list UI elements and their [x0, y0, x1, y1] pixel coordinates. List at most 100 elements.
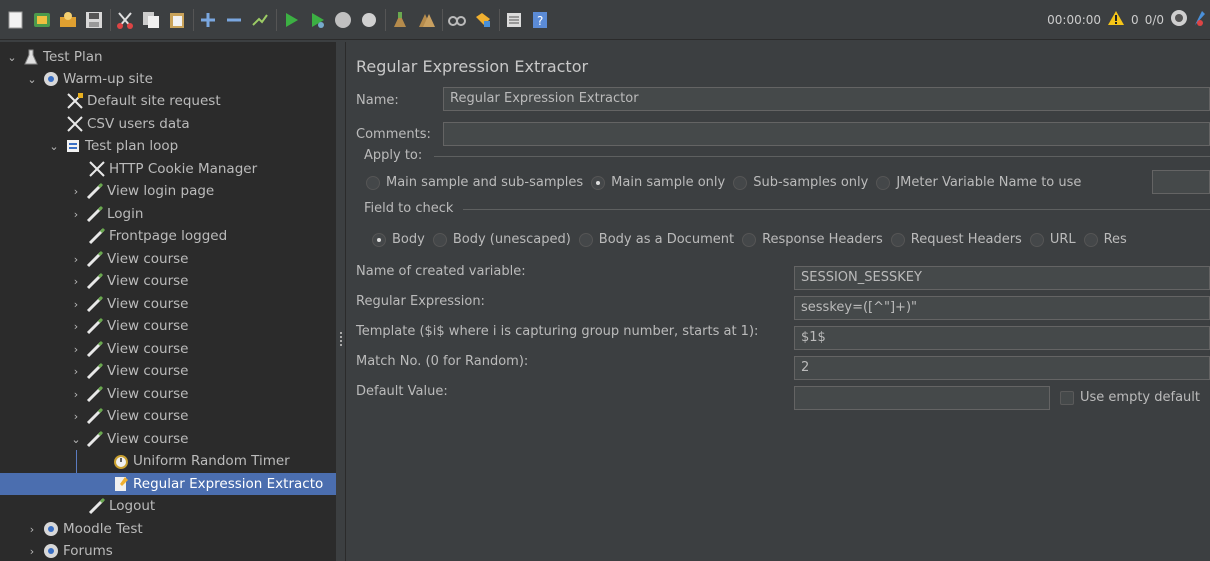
- pencil-icon: [86, 205, 104, 223]
- tree-item-regular-expression-extractor[interactable]: Regular Expression Extracto: [0, 473, 336, 495]
- tree-item-view-course[interactable]: › View course: [70, 383, 188, 405]
- regex-label: Regular Expression:: [356, 294, 485, 309]
- log-viewer-icon[interactable]: [1194, 9, 1206, 31]
- chevron-right-icon[interactable]: ›: [70, 343, 82, 356]
- apply-to-options: Main sample and sub-samples Main sample …: [366, 175, 1089, 190]
- tree-item-frontpage-logged[interactable]: Frontpage logged: [88, 225, 227, 247]
- pencil-icon: [86, 317, 104, 335]
- radio-sub-only[interactable]: Sub-samples only: [733, 175, 868, 190]
- tree-item-forums[interactable]: › Forums: [26, 540, 113, 561]
- new-icon[interactable]: [6, 10, 26, 30]
- toolbar: ? 00:00:00 0 0/0: [0, 0, 1210, 40]
- gear-icon: [42, 542, 60, 560]
- chevron-down-icon[interactable]: ⌄: [6, 51, 18, 64]
- variable-name-field[interactable]: SESSION_SESSKEY: [794, 266, 1210, 290]
- chevron-right-icon[interactable]: ›: [70, 365, 82, 378]
- help-icon[interactable]: ?: [530, 10, 550, 30]
- radio-url[interactable]: URL: [1029, 232, 1076, 247]
- chevron-down-icon[interactable]: ⌄: [48, 140, 60, 153]
- chevron-right-icon[interactable]: ›: [70, 410, 82, 423]
- chevron-right-icon[interactable]: ›: [70, 298, 82, 311]
- active-threads: 0/0: [1144, 13, 1164, 27]
- jmeter-variable-field[interactable]: [1152, 170, 1210, 194]
- radio-jmeter-variable[interactable]: JMeter Variable Name to use: [876, 175, 1081, 190]
- radio-main-only[interactable]: Main sample only: [591, 175, 725, 190]
- tree-item-view-course[interactable]: › View course: [70, 360, 188, 382]
- expand-icon[interactable]: [198, 10, 218, 30]
- tree-item-view-course[interactable]: › View course: [70, 338, 188, 360]
- field-to-check-label: Field to check: [364, 201, 454, 216]
- start-no-pause-icon[interactable]: [307, 10, 327, 30]
- chevron-right-icon[interactable]: ›: [70, 275, 82, 288]
- tree-item-warm-up-site[interactable]: ⌄ Warm-up site: [26, 68, 153, 90]
- tree-item-view-login-page[interactable]: › View login page: [70, 180, 214, 202]
- tree-item-view-course[interactable]: › View course: [70, 405, 188, 427]
- flask-icon: [22, 48, 40, 66]
- clear-all-icon[interactable]: [416, 10, 436, 30]
- chevron-down-icon[interactable]: ⌄: [70, 433, 82, 446]
- tree-item-view-course-expanded[interactable]: ⌄ View course: [70, 428, 188, 450]
- regex-field[interactable]: sesskey=([^"]+)": [794, 296, 1210, 320]
- remote-status-icon[interactable]: [1170, 9, 1188, 31]
- default-value-label: Default Value:: [356, 384, 448, 399]
- chevron-right-icon[interactable]: ›: [70, 208, 82, 221]
- radio-main-and-sub[interactable]: Main sample and sub-samples: [366, 175, 583, 190]
- template-field[interactable]: $1$: [794, 326, 1210, 350]
- name-label: Name:: [356, 93, 399, 108]
- save-icon[interactable]: [84, 10, 104, 30]
- tree-item-logout[interactable]: Logout: [88, 495, 155, 517]
- tree-item-login[interactable]: › Login: [70, 203, 143, 225]
- chevron-right-icon[interactable]: ›: [70, 388, 82, 401]
- template-label: Template ($i$ where i is capturing group…: [356, 324, 759, 339]
- collapse-icon[interactable]: [224, 10, 244, 30]
- stop-icon[interactable]: [333, 10, 353, 30]
- default-value-field[interactable]: [794, 386, 1050, 410]
- start-icon[interactable]: [281, 10, 301, 30]
- chevron-down-icon[interactable]: ⌄: [26, 73, 38, 86]
- pane-splitter[interactable]: [336, 42, 346, 561]
- chevron-right-icon[interactable]: ›: [26, 523, 38, 536]
- pencil-icon: [86, 385, 104, 403]
- paste-icon[interactable]: [167, 10, 187, 30]
- radio-response-code[interactable]: Res: [1083, 232, 1127, 247]
- tree-item-default-site-request[interactable]: Default site request: [66, 90, 221, 112]
- name-field[interactable]: Regular Expression Extractor: [443, 87, 1210, 111]
- function-helper-icon[interactable]: [504, 10, 524, 30]
- comments-field[interactable]: [443, 122, 1210, 146]
- match-number-field[interactable]: 2: [794, 356, 1210, 380]
- pencil-icon: [86, 250, 104, 268]
- tree-item-view-course[interactable]: › View course: [70, 270, 188, 292]
- toggle-icon[interactable]: [250, 10, 270, 30]
- warning-icon[interactable]: [1107, 10, 1125, 30]
- radio-body-unescaped[interactable]: Body (unescaped): [432, 232, 571, 247]
- radio-response-headers[interactable]: Response Headers: [742, 232, 883, 247]
- open-icon[interactable]: [58, 10, 78, 30]
- search-icon[interactable]: [447, 10, 467, 30]
- tree-item-test-plan-loop[interactable]: ⌄ Test plan loop: [48, 135, 178, 157]
- reset-search-icon[interactable]: [473, 10, 493, 30]
- tree-item-view-course[interactable]: › View course: [70, 315, 188, 337]
- tree-item-test-plan[interactable]: ⌄ Test Plan: [6, 46, 102, 68]
- tree-item-uniform-random-timer[interactable]: Uniform Random Timer: [112, 450, 290, 472]
- chevron-right-icon[interactable]: ›: [70, 185, 82, 198]
- radio-body[interactable]: Body: [372, 232, 425, 247]
- shutdown-icon[interactable]: [359, 10, 379, 30]
- tree-item-http-cookie-manager[interactable]: HTTP Cookie Manager: [88, 158, 257, 180]
- chevron-right-icon[interactable]: ›: [70, 320, 82, 333]
- elapsed-timer: 00:00:00: [1047, 13, 1102, 27]
- use-empty-default-option[interactable]: Use empty default: [1060, 390, 1200, 405]
- use-empty-default-checkbox[interactable]: [1060, 390, 1074, 405]
- cut-icon[interactable]: [115, 10, 135, 30]
- radio-body-document[interactable]: Body as a Document: [578, 232, 734, 247]
- tree-item-view-course[interactable]: › View course: [70, 248, 188, 270]
- templates-icon[interactable]: [32, 10, 52, 30]
- copy-icon[interactable]: [141, 10, 161, 30]
- pencil-icon: [86, 362, 104, 380]
- chevron-right-icon[interactable]: ›: [26, 545, 38, 558]
- clear-icon[interactable]: [390, 10, 410, 30]
- tree-item-view-course[interactable]: › View course: [70, 293, 188, 315]
- chevron-right-icon[interactable]: ›: [70, 253, 82, 266]
- tree-item-csv-users-data[interactable]: CSV users data: [66, 113, 190, 135]
- tree-item-moodle-test[interactable]: › Moodle Test: [26, 518, 143, 540]
- radio-request-headers[interactable]: Request Headers: [890, 232, 1022, 247]
